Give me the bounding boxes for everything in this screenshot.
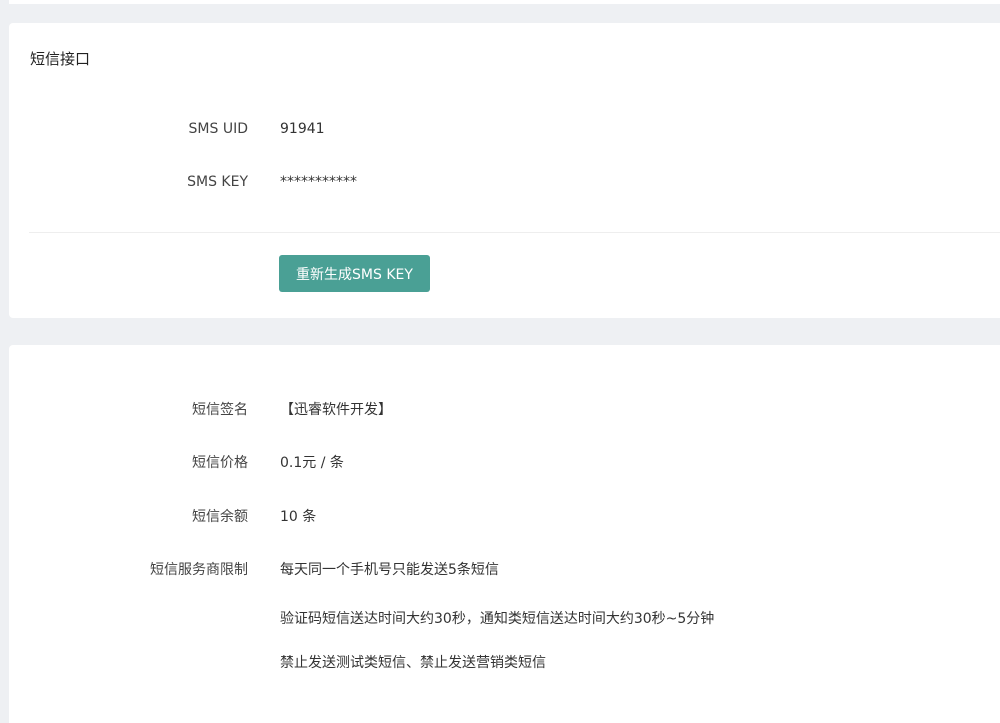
sms-interface-card: 短信接口 SMS UID 91941 SMS KEY *********** 重… (9, 23, 1000, 318)
price-label: 短信价格 (192, 455, 248, 471)
limit-item: 验证码短信送达时间大约30秒，通知类短信送达时间大约30秒~5分钟 (280, 611, 715, 627)
limit-row: 短信服务商限制 每天同一个手机号只能发送5条短信 (9, 560, 1000, 580)
limit-label: 短信服务商限制 (150, 562, 248, 578)
sms-uid-value: 91941 (280, 121, 325, 137)
limit-item: 禁止发送测试类短信、禁止发送营销类短信 (280, 655, 546, 671)
signature-label: 短信签名 (192, 402, 248, 418)
divider (29, 232, 1000, 233)
limit-row-2: 验证码短信送达时间大约30秒，通知类短信送达时间大约30秒~5分钟 (9, 609, 1000, 629)
limit-item: 每天同一个手机号只能发送5条短信 (280, 562, 499, 578)
sms-uid-label: SMS UID (188, 121, 248, 137)
sms-key-label: SMS KEY (187, 174, 248, 190)
regenerate-sms-key-button[interactable]: 重新生成SMS KEY (279, 255, 430, 292)
balance-label: 短信余额 (192, 509, 248, 525)
previous-card-bottom (9, 0, 1000, 4)
price-row: 短信价格 0.1元 / 条 (9, 453, 1000, 473)
balance-row: 短信余额 10 条 (9, 507, 1000, 527)
sms-key-row: SMS KEY *********** (9, 172, 1000, 192)
sms-uid-row: SMS UID 91941 (9, 119, 1000, 139)
balance-value: 10 条 (280, 509, 317, 525)
limit-row-3: 禁止发送测试类短信、禁止发送营销类短信 (9, 653, 1000, 673)
signature-value: 【迅睿软件开发】 (280, 402, 392, 418)
sms-info-card: 短信签名 【迅睿软件开发】 短信价格 0.1元 / 条 短信余额 10 条 短信… (9, 345, 1000, 723)
sms-key-value: *********** (280, 174, 357, 190)
signature-row: 短信签名 【迅睿软件开发】 (9, 400, 1000, 420)
card-title: 短信接口 (30, 50, 91, 68)
price-value: 0.1元 / 条 (280, 455, 344, 471)
